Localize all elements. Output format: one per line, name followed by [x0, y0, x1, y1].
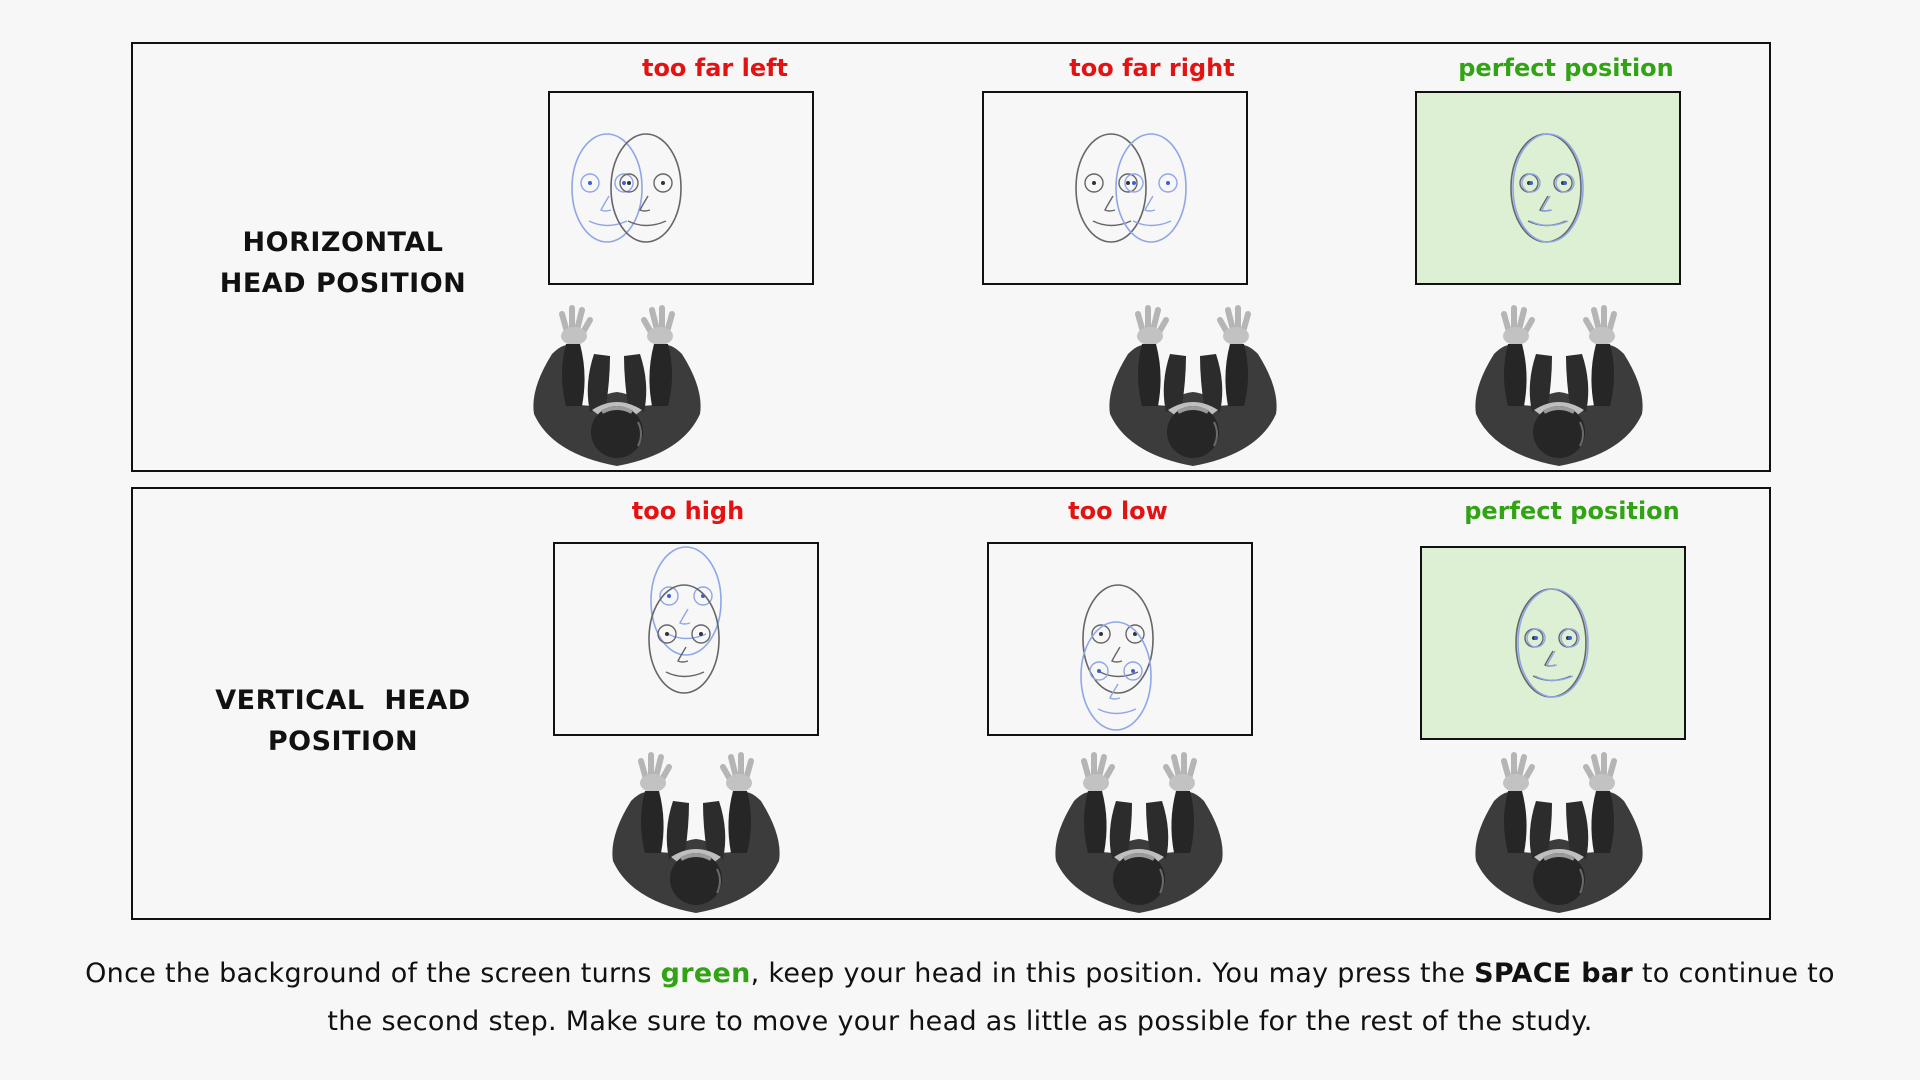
screen-too-high	[553, 542, 819, 736]
person-top-view-icon	[1464, 294, 1654, 470]
screen-perfect-horizontal	[1415, 91, 1681, 285]
person-top-view-icon	[1098, 294, 1288, 470]
caption-perfect-position-vertical: perfect position	[1464, 497, 1680, 525]
face-outline-icon	[1075, 133, 1147, 243]
face-outline-icon	[610, 133, 682, 243]
screen-too-far-right	[982, 91, 1248, 285]
target-face-icon	[650, 546, 722, 656]
target-face-icon	[1517, 588, 1589, 698]
instructions-part2: , keep your head in this position. You m…	[750, 958, 1475, 989]
caption-too-high: too high	[631, 497, 745, 525]
horizontal-row-title: HORIZONTAL HEAD POSITION	[219, 227, 467, 299]
vertical-head-position-panel: VERTICAL HEAD POSITION too high too low …	[131, 487, 1771, 920]
instructions-green-word: green	[660, 958, 751, 989]
target-face-icon	[571, 133, 643, 243]
person-top-view-icon	[522, 294, 712, 470]
caption-too-low: too low	[1068, 497, 1168, 525]
caption-too-far-left: too far left	[641, 54, 789, 82]
face-outline-icon	[1082, 584, 1154, 694]
screen-too-far-left	[548, 91, 814, 285]
person-top-view-icon	[1464, 741, 1654, 917]
caption-perfect-position-horizontal: perfect position	[1458, 54, 1674, 82]
target-face-icon	[1512, 133, 1584, 243]
person-top-view-icon	[601, 741, 791, 917]
caption-too-far-right: too far right	[1069, 54, 1235, 82]
screen-perfect-vertical	[1420, 546, 1686, 740]
target-face-icon	[1115, 133, 1187, 243]
screen-too-low	[987, 542, 1253, 736]
horizontal-head-position-panel: HORIZONTAL HEAD POSITION too far left to…	[131, 42, 1771, 472]
instructions-text: Once the background of the screen turns …	[60, 950, 1860, 1046]
person-top-view-icon	[1044, 741, 1234, 917]
vertical-row-title: VERTICAL HEAD POSITION	[215, 685, 471, 757]
instructions-part1: Once the background of the screen turns	[85, 958, 661, 989]
instructions-space-key: SPACE bar	[1474, 958, 1634, 989]
